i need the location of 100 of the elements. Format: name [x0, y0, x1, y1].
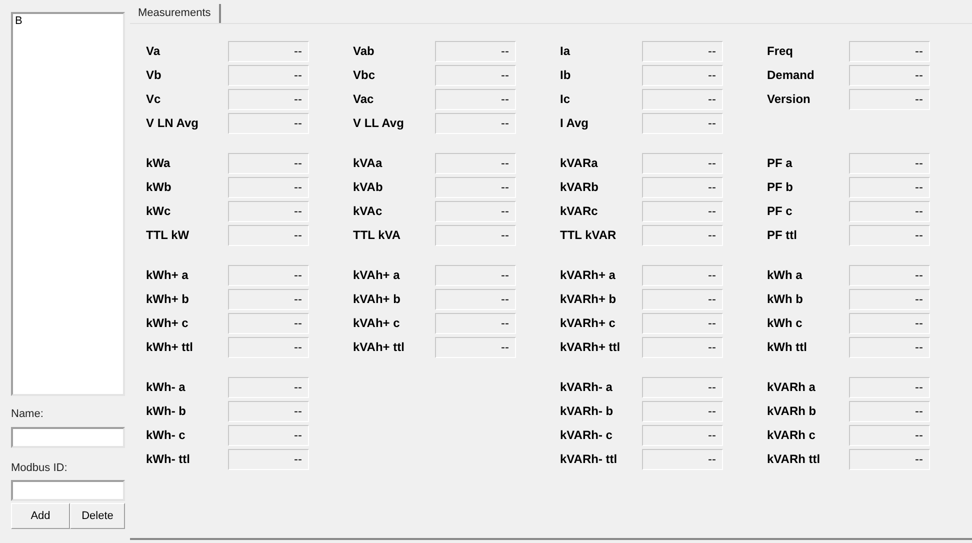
field-label: TTL kW: [146, 227, 190, 244]
field-label: Version: [767, 91, 812, 108]
field-label: kWh- b: [146, 403, 187, 420]
field-label: kWh+ a: [146, 267, 190, 284]
value-field: --: [642, 112, 723, 134]
field-label: kVARh a: [767, 379, 816, 396]
field-label: PF ttl: [767, 227, 798, 244]
field-label: kVARc: [560, 203, 599, 220]
add-button[interactable]: Add: [11, 503, 70, 529]
delete-button[interactable]: Delete: [70, 503, 125, 529]
value-field: --: [228, 448, 309, 470]
field-label: Vab: [353, 43, 376, 60]
field-label: kVAh+ a: [353, 267, 401, 284]
value-field: --: [435, 64, 516, 86]
value-field: --: [642, 448, 723, 470]
field-label: kWa: [146, 155, 172, 172]
field-label: kWh c: [767, 315, 804, 332]
value-field: --: [642, 400, 723, 422]
modbus-id-label: Modbus ID:: [11, 460, 68, 476]
name-field[interactable]: [11, 426, 125, 448]
field-label: kVARb: [560, 179, 600, 196]
value-field: --: [435, 112, 516, 134]
value-field: --: [435, 152, 516, 174]
field-label: kVAh+ ttl: [353, 339, 406, 356]
field-label: kVARh- a: [560, 379, 614, 396]
field-label: kVARh+ c: [560, 315, 616, 332]
value-field: --: [849, 152, 930, 174]
value-field: --: [642, 312, 723, 334]
value-field: --: [642, 288, 723, 310]
value-field: --: [849, 288, 930, 310]
value-field: --: [228, 200, 309, 222]
value-field: --: [435, 264, 516, 286]
field-label: kVAc: [353, 203, 384, 220]
value-field: --: [642, 424, 723, 446]
value-field: --: [228, 152, 309, 174]
field-label: kWh ttl: [767, 339, 808, 356]
value-field: --: [228, 312, 309, 334]
value-field: --: [642, 176, 723, 198]
value-field: --: [849, 424, 930, 446]
value-field: --: [435, 288, 516, 310]
field-label: Vac: [353, 91, 375, 108]
field-label: kWb: [146, 179, 172, 196]
field-label: kVARh- b: [560, 403, 614, 420]
field-label: kVARa: [560, 155, 599, 172]
value-field: --: [849, 312, 930, 334]
name-label: Name:: [11, 407, 44, 422]
value-field: --: [228, 424, 309, 446]
field-label: PF c: [767, 203, 794, 220]
value-field: --: [435, 224, 516, 246]
field-label: kVARh- ttl: [560, 451, 618, 468]
value-field: --: [849, 448, 930, 470]
field-label: Vc: [146, 91, 162, 108]
field-label: kWc: [146, 203, 172, 220]
value-field: --: [228, 64, 309, 86]
value-field: --: [228, 224, 309, 246]
value-field: --: [849, 264, 930, 286]
value-field: --: [435, 176, 516, 198]
value-field: --: [228, 112, 309, 134]
value-field: --: [849, 400, 930, 422]
field-label: I Avg: [560, 115, 590, 132]
field-label: kWh- c: [146, 427, 186, 444]
field-label: kVARh+ b: [560, 291, 618, 308]
field-label: kVARh c: [767, 427, 816, 444]
field-label: Vb: [146, 67, 162, 84]
field-label: Demand: [767, 67, 816, 84]
field-label: PF a: [767, 155, 794, 172]
value-field: --: [642, 224, 723, 246]
value-field: --: [849, 336, 930, 358]
value-field: --: [849, 200, 930, 222]
field-label: Ic: [560, 91, 572, 108]
value-field: --: [435, 88, 516, 110]
value-field: --: [228, 288, 309, 310]
value-field: --: [435, 312, 516, 334]
value-field: --: [642, 40, 723, 62]
field-label: kWh- a: [146, 379, 186, 396]
field-label: kVAa: [353, 155, 384, 172]
value-field: --: [228, 336, 309, 358]
value-field: --: [228, 176, 309, 198]
value-field: --: [228, 88, 309, 110]
field-label: Freq: [767, 43, 794, 60]
value-field: --: [849, 224, 930, 246]
value-field: --: [228, 400, 309, 422]
value-field: --: [228, 264, 309, 286]
field-label: kWh+ c: [146, 315, 190, 332]
device-list-item[interactable]: B: [14, 15, 122, 28]
field-label: kWh b: [767, 291, 804, 308]
field-label: Ia: [560, 43, 572, 60]
value-field: --: [642, 200, 723, 222]
value-field: --: [642, 264, 723, 286]
value-field: --: [435, 336, 516, 358]
value-field: --: [435, 200, 516, 222]
modbus-id-field[interactable]: [11, 480, 125, 501]
field-label: TTL kVAR: [560, 227, 618, 244]
field-label: Ib: [560, 67, 572, 84]
value-field: --: [849, 176, 930, 198]
field-label: Va: [146, 43, 162, 60]
value-field: --: [642, 336, 723, 358]
field-label: Vbc: [353, 67, 376, 84]
field-label: V LN Avg: [146, 115, 200, 132]
field-label: kVAh+ b: [353, 291, 402, 308]
